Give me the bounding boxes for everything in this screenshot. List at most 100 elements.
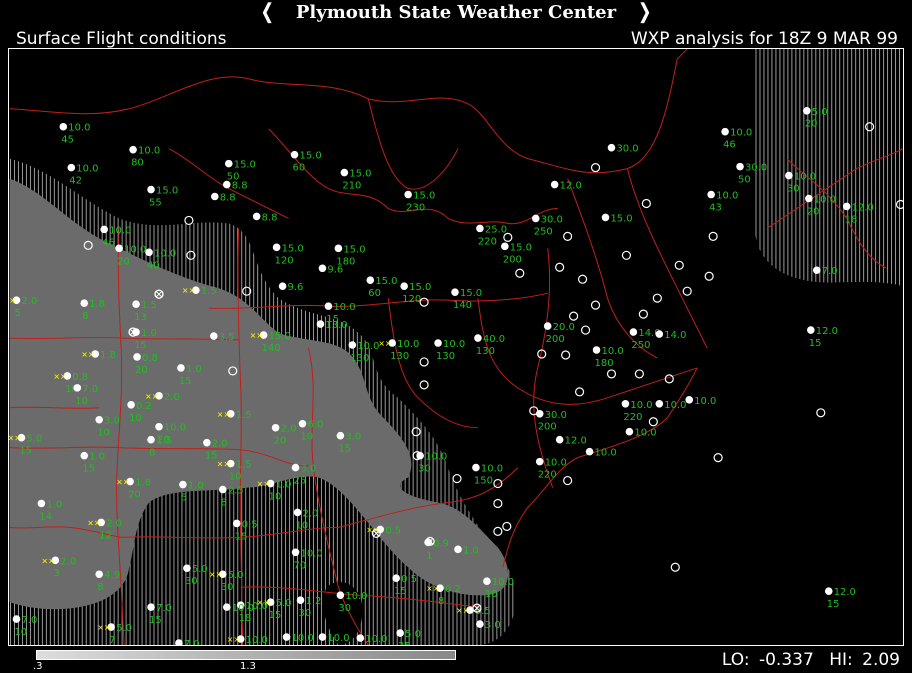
- present-weather-icon: ××: [116, 478, 129, 487]
- station-visibility: 1.5: [236, 410, 252, 421]
- station-ceiling: 5: [181, 492, 187, 503]
- station-plot: 10.042: [67, 164, 98, 187]
- clear-sky-icon: [252, 212, 261, 221]
- station-ceiling: 130: [476, 346, 495, 357]
- cloud-cover-icon: [664, 374, 674, 384]
- station-plot: 10.0: [685, 396, 716, 407]
- station-ceiling: 46: [102, 237, 115, 248]
- clear-sky-icon: [222, 603, 231, 611]
- clear-sky-icon: [177, 364, 185, 372]
- station-visibility: 30.0: [745, 163, 767, 174]
- cloud-cover-icon: [682, 286, 692, 296]
- present-weather-icon: ××: [257, 480, 270, 489]
- station-ceiling: 130: [436, 351, 455, 362]
- border-state-9: [477, 298, 698, 405]
- cloud-cover-icon: [569, 311, 579, 321]
- station-ceiling: 8: [82, 311, 88, 322]
- station-ceiling: 8: [149, 448, 155, 459]
- station-visibility: 12.0: [834, 587, 856, 598]
- station-visibility: 0.5: [401, 574, 417, 585]
- border-coast-east: [502, 367, 698, 568]
- station-visibility: 8.8: [232, 181, 248, 192]
- cloud-cover-icon: [575, 387, 585, 397]
- clear-sky-icon: [95, 415, 103, 424]
- station-ceiling: 10: [269, 491, 282, 502]
- station-plot: 12.015: [824, 587, 856, 610]
- station-ceiling: 43: [709, 202, 722, 213]
- station-ceiling: 220: [478, 236, 497, 247]
- clear-sky-icon: [400, 282, 408, 290]
- clear-sky-icon: [80, 299, 89, 307]
- station-plot: 15.0200: [501, 242, 532, 265]
- station-ceiling: 25: [398, 641, 411, 646]
- clear-sky-icon: [316, 320, 325, 328]
- station-visibility: 7.0: [21, 615, 37, 626]
- station-visibility: 8.8: [220, 192, 236, 203]
- clear-sky-icon: [348, 341, 357, 349]
- station-ceiling: 15: [19, 446, 32, 457]
- cloud-cover-icon: [634, 369, 644, 379]
- station-visibility: 1.5: [141, 300, 157, 311]
- analysis-time-label: WXP analysis for 18Z 9 MAR 99: [630, 29, 898, 49]
- station-visibility: 15.0: [234, 160, 256, 171]
- station-ceiling: 30: [787, 184, 800, 195]
- station-visibility: 10.0: [164, 423, 186, 434]
- station-visibility: 10.0: [397, 339, 419, 350]
- station-visibility: 10.0: [357, 341, 379, 352]
- station-visibility: 4.9: [104, 570, 120, 581]
- station-ceiling: 45: [61, 135, 74, 146]
- cloud-cover-icon: [493, 526, 503, 536]
- station-ceiling: 30: [320, 645, 333, 646]
- station-plot: 10.0220: [621, 400, 653, 423]
- station-plot: 15.060: [366, 276, 397, 299]
- station-visibility: 1.0: [463, 545, 479, 556]
- station-visibility: 10.0: [545, 458, 567, 469]
- station-ceiling: 10: [75, 396, 88, 407]
- clear-sky-icon: [404, 190, 412, 199]
- clear-sky-icon: [655, 330, 664, 338]
- clear-sky-icon: [366, 276, 375, 285]
- station-visibility: 10.0: [333, 302, 355, 313]
- border-state-10: [533, 248, 554, 488]
- clear-sky-icon: [179, 480, 187, 489]
- cloud-cover-icon: [670, 562, 680, 572]
- station-visibility: 0.9: [433, 538, 449, 549]
- clear-sky-icon: [210, 332, 218, 340]
- station-visibility: 15.0: [282, 243, 304, 254]
- station-visibility: 2.0: [164, 392, 180, 403]
- station-ceiling: 20: [128, 489, 141, 500]
- station-ceiling: 8: [97, 582, 103, 593]
- station-visibility: 10.0: [716, 190, 738, 201]
- station-plot: 8.8: [222, 181, 248, 192]
- clear-sky-icon: [336, 591, 345, 599]
- station-ceiling: 80: [131, 158, 144, 169]
- lo-label: LO:: [721, 650, 750, 670]
- clear-sky-icon: [592, 346, 601, 354]
- station-plot: 15.0140: [451, 288, 482, 311]
- station-visibility: 1.0: [89, 452, 105, 463]
- clear-sky-icon: [336, 431, 345, 440]
- clear-sky-icon: [100, 225, 108, 234]
- clear-sky-icon: [476, 224, 484, 233]
- station-plot: 8.8: [252, 212, 277, 223]
- cloud-cover-icon: [638, 309, 648, 319]
- cloud-cover-icon: [713, 453, 723, 463]
- station-visibility: 15.0: [413, 190, 435, 201]
- station-visibility: 1.8: [135, 478, 151, 489]
- station-ceiling: 60: [293, 163, 306, 174]
- clear-sky-icon: [73, 384, 82, 392]
- clear-sky-icon: [12, 615, 21, 623]
- station-visibility: 10.0: [109, 225, 131, 236]
- weather-map: 10.04510.080 15.05015.06015.021010.04215.…: [8, 48, 904, 646]
- station-visibility: 25.0: [485, 224, 507, 235]
- clear-sky-icon: [232, 519, 241, 528]
- station-visibility: 7.0: [184, 639, 200, 646]
- present-weather-icon: ××: [8, 296, 16, 305]
- station-visibility: 3.0: [345, 432, 361, 443]
- station-ceiling: 120: [275, 255, 294, 266]
- clear-sky-icon: [535, 457, 544, 466]
- station-visibility: 5.0: [26, 434, 42, 445]
- station-visibility: 10.0: [794, 172, 816, 183]
- station-ceiling: 180: [595, 358, 614, 369]
- clear-sky-icon: [224, 159, 233, 168]
